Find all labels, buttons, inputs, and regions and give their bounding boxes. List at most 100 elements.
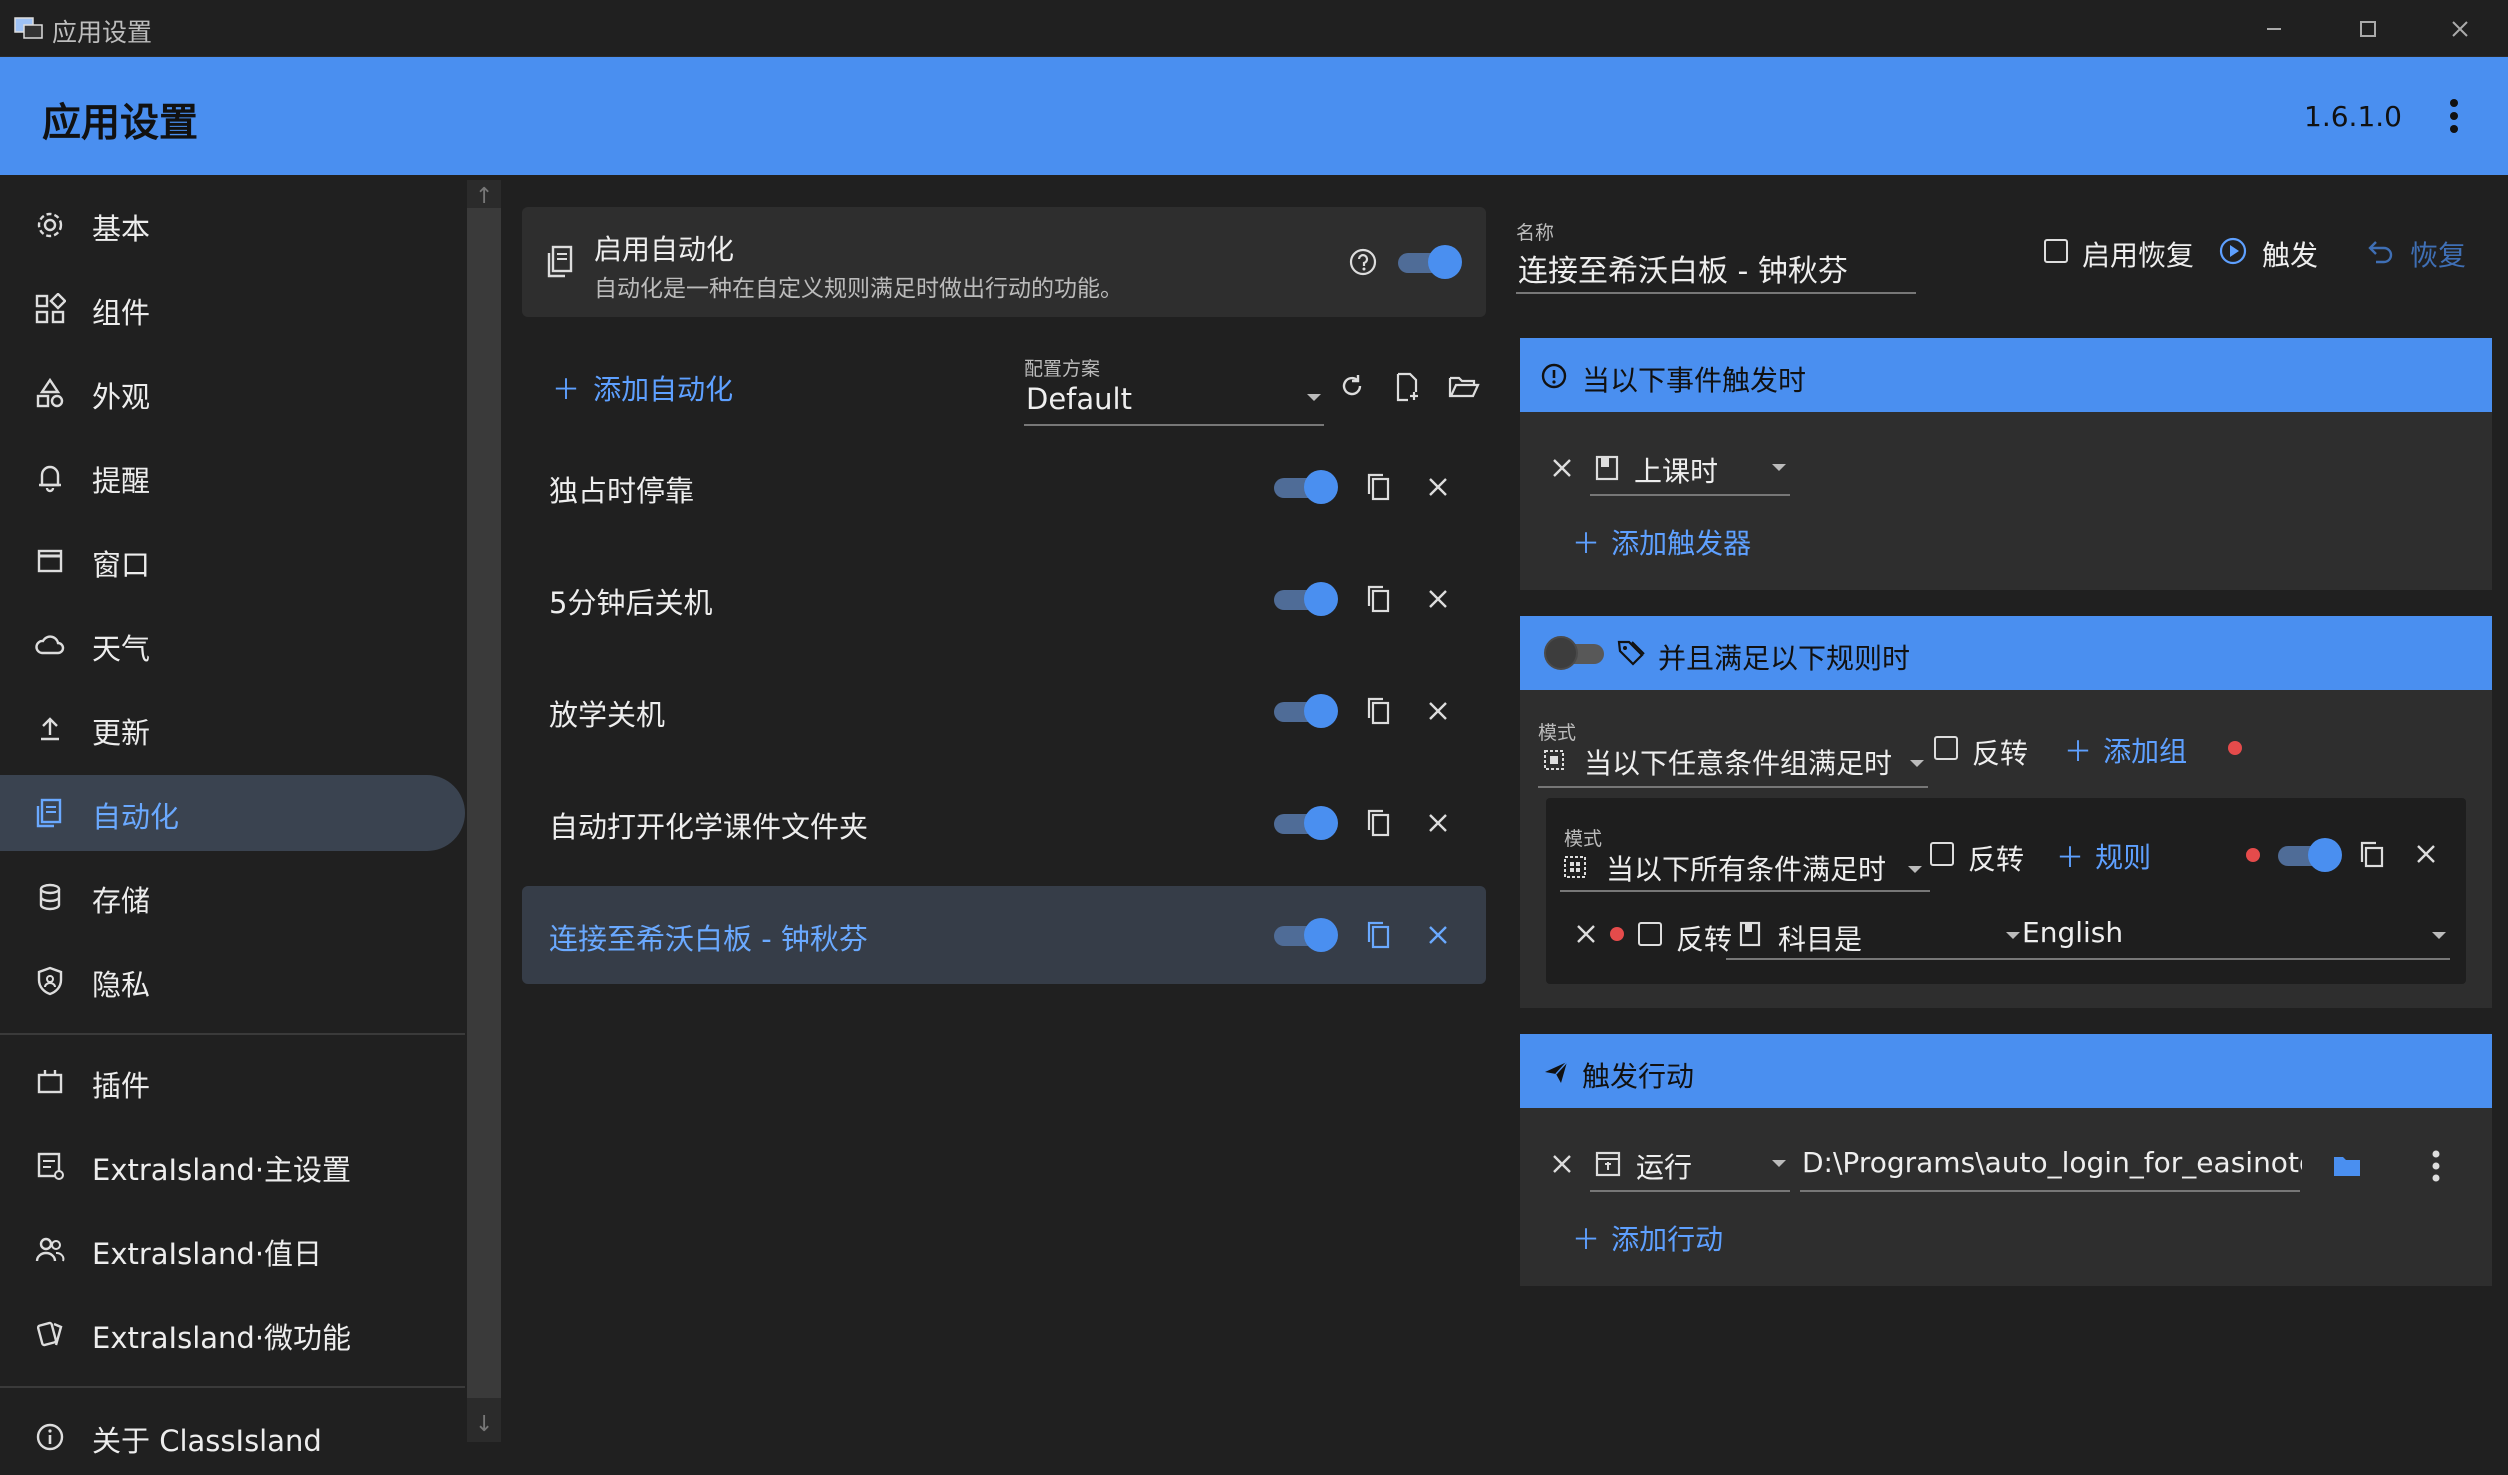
copy-icon[interactable]	[1365, 808, 1393, 838]
close-icon[interactable]	[1427, 812, 1449, 834]
sidebar-item-plugins[interactable]: 插件	[0, 1044, 465, 1120]
checkbox[interactable]	[1934, 736, 1958, 760]
help-icon[interactable]	[1348, 247, 1378, 277]
add-group-button[interactable]: ＋ 添加组	[2064, 730, 2187, 770]
sidebar-item-label: 基本	[92, 212, 151, 246]
sidebar-item-widgets[interactable]: 组件	[0, 271, 465, 347]
info-icon	[36, 1423, 64, 1451]
duplicate-icon[interactable]	[2358, 840, 2386, 870]
automation-item[interactable]: 放学关机	[522, 662, 1486, 760]
folder-icon[interactable]	[2332, 1154, 2362, 1178]
sidebar-item-update[interactable]: 更新	[0, 691, 465, 767]
shapes-icon	[36, 377, 64, 408]
group-mode-underline	[1560, 890, 1930, 892]
new-file-icon[interactable]	[1394, 372, 1422, 402]
profile-underline	[1024, 424, 1324, 426]
sidebar-item-basic[interactable]: 基本	[0, 187, 465, 263]
add-rule-button[interactable]: ＋ 规则	[2056, 836, 2151, 876]
sidebar-item-label: 天气	[92, 632, 151, 666]
more-vertical-icon[interactable]	[2430, 1148, 2442, 1184]
close-icon[interactable]	[1427, 476, 1449, 498]
automation-item-toggle[interactable]	[1270, 582, 1338, 616]
group-mode-value: 当以下所有条件满足时	[1606, 853, 1887, 886]
sidebar-item-weather[interactable]: 天气	[0, 607, 465, 683]
events-section-title: 当以下事件触发时	[1582, 364, 1807, 397]
plus-icon: ＋	[1572, 1223, 1601, 1256]
scroll-down-icon[interactable]: ↓	[475, 1412, 493, 1437]
invert-label: 反转	[1972, 737, 2029, 770]
sidebar-item-extraisland-micro[interactable]: ExtraIsland·微功能	[0, 1296, 465, 1372]
rule-invert-label: 反转	[1676, 923, 1733, 956]
checkbox[interactable]	[2044, 239, 2068, 263]
name-value: 连接至希沃白板 - 钟秋芬	[1518, 254, 1848, 289]
sidebar-item-privacy[interactable]: 隐私	[0, 943, 465, 1019]
folder-open-icon[interactable]	[1448, 374, 1480, 400]
close-icon[interactable]	[1427, 588, 1449, 610]
sidebar-item-label: 组件	[92, 296, 151, 330]
automation-item-selected[interactable]: 连接至希沃白板 - 钟秋芬	[522, 886, 1486, 984]
enable-automation-card: 启用自动化 自动化是一种在自定义规则满足时做出行动的功能。	[522, 207, 1486, 317]
sidebar-item-appearance[interactable]: 外观	[0, 355, 465, 431]
minimize-button[interactable]	[2234, 6, 2314, 52]
sidebar-item-extraisland-duty[interactable]: ExtraIsland·值日	[0, 1212, 465, 1288]
sidebar-item-reminder[interactable]: 提醒	[0, 439, 465, 515]
add-automation-button[interactable]: ＋ 添加自动化	[552, 368, 733, 408]
scroll-up-icon[interactable]: ↑	[475, 184, 493, 209]
airplane-icon	[1545, 1061, 1568, 1083]
window-title: 应用设置	[52, 18, 153, 47]
copy-icon[interactable]	[1365, 696, 1393, 726]
close-window-button[interactable]	[2420, 6, 2500, 52]
cards-icon	[36, 1321, 63, 1347]
sidebar-item-extraisland-main[interactable]: ExtraIsland·主设置	[0, 1128, 465, 1204]
add-trigger-button[interactable]: ＋ 添加触发器	[1572, 522, 1751, 562]
maximize-button[interactable]	[2328, 6, 2408, 52]
run-icon	[1595, 1151, 1621, 1177]
add-action-button[interactable]: ＋ 添加行动	[1572, 1218, 1723, 1258]
rules-toggle[interactable]	[1544, 636, 1610, 670]
action-path-value: D:\Programs\auto_login_for_easinote.ex	[1802, 1146, 2302, 1179]
automation-item-name: 连接至希沃白板 - 钟秋芬	[549, 922, 868, 956]
sidebar-item-label: 关于 ClassIsland	[92, 1424, 322, 1458]
sidebar-divider	[0, 1033, 465, 1035]
more-menu-icon[interactable]	[2446, 95, 2462, 137]
remove-trigger-icon[interactable]	[1552, 458, 1572, 478]
sidebar-item-about[interactable]: 关于 ClassIsland	[0, 1399, 465, 1475]
sidebar-item-automation[interactable]: 自动化	[0, 775, 465, 851]
copy-icon[interactable]	[1365, 584, 1393, 614]
automation-item-toggle[interactable]	[1270, 806, 1338, 840]
close-icon[interactable]	[1427, 924, 1449, 946]
sidebar-item-storage[interactable]: 存储	[0, 859, 465, 935]
group-toggle[interactable]	[2274, 838, 2342, 872]
mode-value: 当以下任意条件组满足时	[1584, 747, 1893, 780]
enable-automation-toggle[interactable]	[1394, 245, 1462, 279]
name-underline	[1516, 292, 1916, 294]
condition-group: 模式 当以下所有条件满足时 反转 ＋ 规则 反转 科目是 English	[1546, 798, 2466, 984]
automation-item[interactable]: 自动打开化学课件文件夹	[522, 774, 1486, 872]
shield-icon	[37, 966, 63, 996]
scrollbar-thumb[interactable]	[467, 208, 501, 1398]
automation-item-toggle[interactable]	[1270, 918, 1338, 952]
automation-item-toggle[interactable]	[1270, 470, 1338, 504]
copy-icon[interactable]	[1365, 920, 1393, 950]
automation-item[interactable]: 5分钟后关机	[522, 550, 1486, 648]
checkbox[interactable]	[1930, 842, 1954, 866]
alert-circle-icon	[1541, 363, 1567, 389]
sidebar-scrollbar[interactable]: ↑ ↓	[467, 180, 501, 1442]
sidebar-item-window[interactable]: 窗口	[0, 523, 465, 599]
automation-item-toggle[interactable]	[1270, 694, 1338, 728]
rule-subject-label: 科目是	[1778, 923, 1863, 956]
status-dot	[2246, 848, 2260, 862]
plus-icon: ＋	[2056, 841, 2085, 874]
copy-icon[interactable]	[1365, 472, 1393, 502]
remove-action-icon[interactable]	[1552, 1154, 1572, 1174]
name-label: 名称	[1516, 222, 1555, 244]
refresh-icon[interactable]	[1338, 372, 1366, 400]
automation-item[interactable]: 独占时停靠	[522, 438, 1486, 536]
group-invert-label: 反转	[1968, 843, 2025, 876]
checkbox[interactable]	[1638, 922, 1662, 946]
widgets-icon	[35, 293, 66, 324]
close-icon[interactable]	[1427, 700, 1449, 722]
remove-group-icon[interactable]	[2416, 844, 2436, 864]
remove-rule-icon[interactable]	[1576, 924, 1596, 944]
grid-select-icon	[1564, 856, 1586, 878]
